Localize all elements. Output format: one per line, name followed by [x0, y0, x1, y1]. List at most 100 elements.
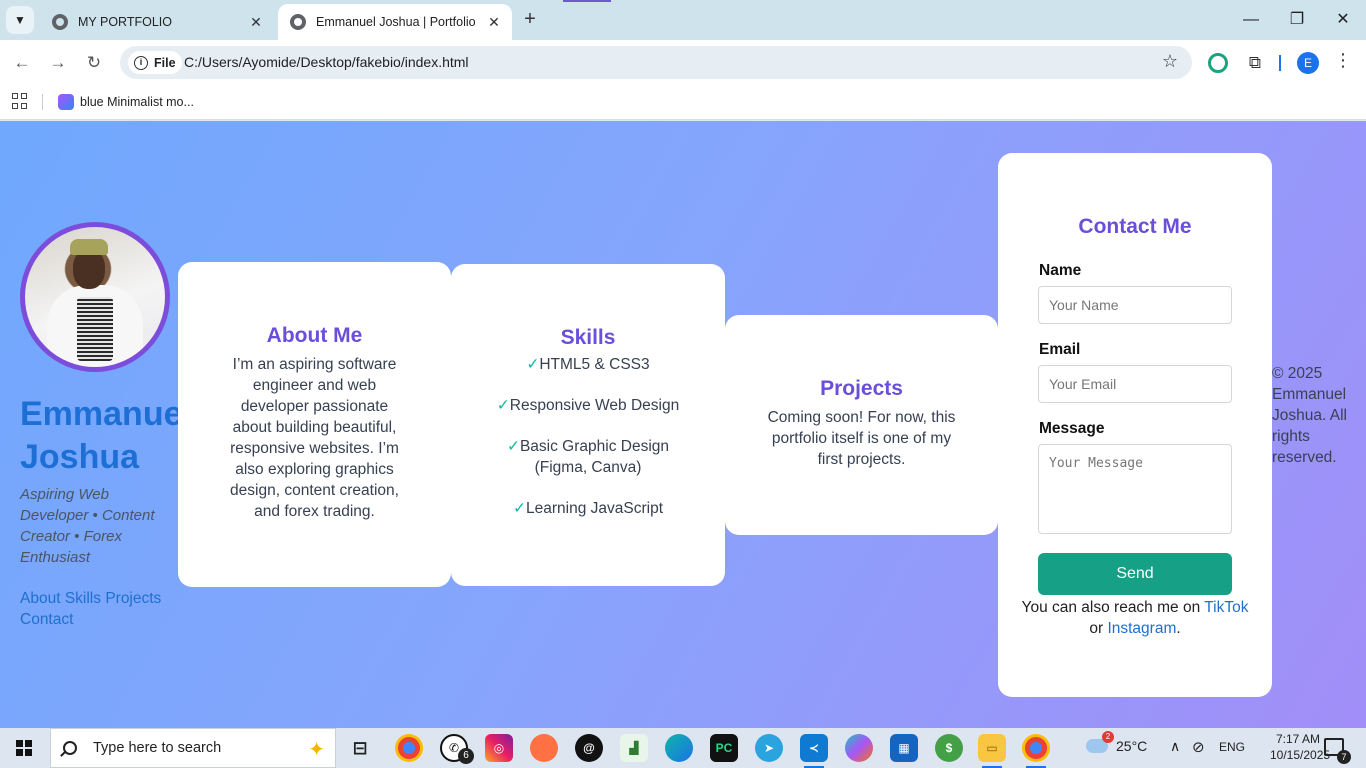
store-icon[interactable]: ▦ — [890, 734, 918, 762]
checkmark-icon: ✓ — [526, 356, 540, 373]
taskbar-search[interactable]: Type here to search ✦ — [50, 728, 336, 768]
instagram-icon[interactable]: ◎ — [485, 734, 513, 762]
app-icon[interactable] — [530, 734, 558, 762]
language-indicator[interactable]: ENG — [1219, 740, 1245, 754]
email-label: Email — [1039, 341, 1081, 358]
apps-grid-icon[interactable] — [12, 93, 28, 109]
star-icon[interactable]: ☆ — [1162, 51, 1178, 72]
email-placeholder: Your Email — [1049, 376, 1117, 392]
reload-button[interactable]: ↻ — [81, 50, 107, 76]
name-label: Name — [1039, 262, 1082, 279]
tab-emmanuel-portfolio[interactable]: Emmanuel Joshua | Portfolio ✕ — [278, 4, 512, 40]
back-button[interactable]: ← — [9, 50, 35, 76]
skill-item: ✓HTML5 & CSS3 — [526, 356, 650, 373]
close-icon[interactable]: ✕ — [248, 14, 264, 31]
email-input[interactable]: Your Email — [1038, 365, 1232, 403]
name-placeholder: Your Name — [1049, 297, 1119, 313]
skills-list: ✓HTML5 & CSS3 ✓Responsive Web Design ✓Ba… — [451, 354, 725, 519]
bookmark-item[interactable]: blue Minimalist mo... — [58, 91, 194, 113]
taskbar-clock[interactable]: 7:17 AM 10/15/2025 — [1270, 731, 1331, 763]
minimize-button[interactable]: — — [1236, 8, 1266, 32]
nav-link-contact[interactable]: Contact — [20, 611, 73, 628]
profile-avatar[interactable]: E — [1297, 52, 1319, 74]
name-input[interactable]: Your Name — [1038, 286, 1232, 324]
skills-card: Skills ✓HTML5 & CSS3 ✓Responsive Web Des… — [451, 264, 725, 586]
skills-title: Skills — [560, 326, 616, 349]
chrome-active-icon[interactable] — [1022, 734, 1050, 768]
restore-button[interactable]: ❐ — [1282, 8, 1312, 32]
chrome-icon[interactable] — [395, 734, 423, 762]
hero-name: Emmanuel Joshua — [20, 395, 192, 476]
profile-photo — [20, 222, 170, 372]
chevron-up-icon[interactable]: ∧ — [1170, 738, 1180, 755]
weather-widget[interactable]: 2 25°C — [1086, 731, 1148, 754]
tab-my-portfolio[interactable]: MY PORTFOLIO ✕ — [40, 4, 274, 40]
address-bar[interactable]: i File C:/Users/Ayomide/Desktop/fakebio/… — [120, 46, 1192, 79]
nav-link-projects[interactable]: Projects — [105, 590, 161, 607]
scheme-label: File — [154, 55, 176, 70]
close-window-button[interactable]: ✕ — [1328, 8, 1358, 32]
tab-label: Emmanuel Joshua | Portfolio — [316, 15, 476, 29]
weather-badge: 2 — [1102, 731, 1114, 743]
send-button[interactable]: Send — [1038, 553, 1232, 595]
file-explorer-icon[interactable]: ▭ — [978, 734, 1006, 768]
more-menu-icon[interactable]: ⋮ — [1334, 50, 1352, 71]
telegram-icon[interactable]: ➤ — [755, 734, 783, 762]
projects-text: Coming soon! For now, this portfolio its… — [767, 409, 956, 468]
skill-item: ✓Responsive Web Design — [496, 397, 680, 414]
contact-card: Contact Me Name Your Name Email Your Ema… — [998, 153, 1272, 697]
task-view-icon[interactable]: ⊟ — [346, 734, 374, 762]
copilot-icon[interactable] — [845, 734, 873, 762]
windows-start-icon[interactable] — [16, 740, 32, 756]
about-title: About Me — [266, 324, 363, 347]
clock-date: 10/15/2025 — [1270, 748, 1331, 762]
skill-item: ✓Learning JavaScript — [513, 500, 663, 517]
sparkle-icon: ✦ — [308, 739, 325, 761]
message-textarea[interactable]: Your Message — [1038, 444, 1232, 534]
contact-title: Contact Me — [1078, 215, 1192, 238]
tab-label: MY PORTFOLIO — [78, 15, 173, 29]
skill-item: ✓Basic Graphic Design (Figma, Canva) — [506, 438, 670, 476]
instagram-link[interactable]: Instagram — [1107, 620, 1176, 637]
search-icon — [63, 741, 77, 755]
vscode-icon[interactable]: ≺ — [800, 734, 828, 768]
toolbar-divider — [1279, 55, 1281, 71]
nav-link-about[interactable]: About — [20, 590, 61, 607]
network-icon[interactable]: ⊘ — [1192, 738, 1205, 756]
checkmark-icon: ✓ — [513, 500, 526, 517]
tab-search-button[interactable]: ▼ — [6, 6, 34, 34]
edge-icon[interactable] — [665, 734, 693, 762]
message-placeholder: Your Message — [1049, 456, 1143, 471]
whatsapp-badge: 6 — [458, 748, 474, 764]
tab-activity-indicator — [563, 0, 611, 2]
forward-button[interactable]: → — [45, 50, 71, 76]
section-nav: About Skills Projects Contact — [20, 588, 180, 630]
new-tab-button[interactable]: + — [518, 8, 542, 32]
reach-text: You can also reach me on TikTok or Insta… — [1021, 599, 1249, 637]
checkmark-icon: ✓ — [496, 397, 510, 414]
chevron-down-icon: ▼ — [14, 13, 26, 27]
temperature-text: 25°C — [1116, 738, 1148, 754]
site-info-chip[interactable]: i File — [128, 51, 182, 74]
canva-icon — [58, 94, 74, 110]
chart-app-icon[interactable]: ▟ — [620, 734, 648, 762]
clock-time: 7:17 AM — [1275, 732, 1321, 746]
footer-copyright: © 2025 Emmanuel Joshua. All rights reser… — [1272, 365, 1347, 466]
globe-icon — [52, 14, 68, 30]
notification-badge: 7 — [1337, 750, 1351, 764]
puzzle-icon[interactable]: ⧉ — [1245, 53, 1265, 73]
windows-taskbar: Type here to search ✦ ⊟ ✆ 6 ◎ @ ▟ PC ➤ ≺… — [0, 728, 1366, 768]
browser-toolbar: ← → ↻ i File C:/Users/Ayomide/Desktop/fa… — [0, 40, 1366, 86]
url-text[interactable]: C:/Users/Ayomide/Desktop/fakebio/index.h… — [184, 54, 469, 70]
bookmark-label: blue Minimalist mo... — [80, 95, 194, 109]
chatgpt-extension-icon[interactable] — [1208, 53, 1228, 73]
pycharm-icon[interactable]: PC — [710, 734, 738, 762]
close-icon[interactable]: ✕ — [486, 14, 502, 31]
checkmark-icon: ✓ — [506, 438, 520, 455]
money-app-icon[interactable]: $ — [935, 734, 963, 762]
nav-link-skills[interactable]: Skills — [65, 590, 101, 607]
projects-card: Projects Coming soon! For now, this port… — [725, 315, 998, 535]
tiktok-link[interactable]: TikTok — [1204, 599, 1248, 616]
hero-tagline: Aspiring Web Developer • Content Creator… — [20, 486, 155, 566]
threads-icon[interactable]: @ — [575, 734, 603, 762]
